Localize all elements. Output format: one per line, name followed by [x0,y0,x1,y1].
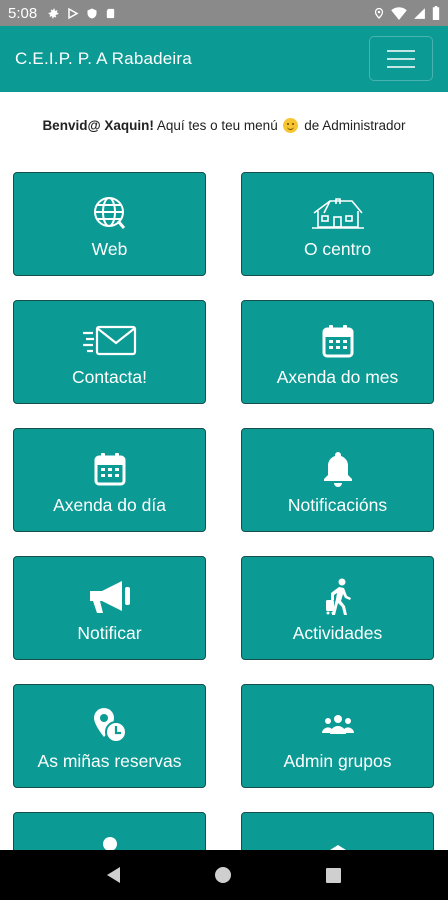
tile-label: Axenda do día [53,495,166,515]
tile-o-centro[interactable]: O centro [241,172,434,276]
tile-label: Web [91,239,128,259]
tile-as-minas-reservas[interactable]: As miñas reservas [13,684,206,788]
tile-notificar[interactable]: Notificar [13,556,206,660]
tile-actividades[interactable]: Actividades [241,556,434,660]
tile-label: Actividades [292,623,383,643]
tile-notificacions[interactable]: Notificacións [241,428,434,532]
tile-label: As miñas reservas [37,751,182,771]
location-clock-icon [92,707,128,748]
tile-axenda-do-mes[interactable]: Axenda do mes [241,300,434,404]
megaphone-icon [88,579,132,620]
back-icon[interactable] [107,867,121,883]
tile-label: O centro [303,239,372,259]
tile-label: Notificacións [287,495,388,515]
tile-web[interactable]: Web [13,172,206,276]
system-navigation-bar [0,850,448,900]
envelope-icon [81,324,139,363]
tile-label: Admin grupos [283,751,392,771]
calendar-icon [94,452,126,491]
bell-icon [322,451,354,492]
tile-label: Axenda do mes [276,367,399,387]
traveler-icon [322,578,354,621]
recent-apps-icon[interactable] [325,867,341,883]
menu-grid: Web O centro Contacta! Axenda do mes Axe… [0,0,448,900]
tile-admin-grupos[interactable]: Admin grupos [241,684,434,788]
tile-axenda-do-dia[interactable]: Axenda do día [13,428,206,532]
globe-icon [92,195,128,236]
tile-label: Notificar [77,623,142,643]
tile-contacta[interactable]: Contacta! [13,300,206,404]
home-circle-icon[interactable] [214,867,231,883]
school-building-icon [310,195,366,236]
tile-label: Contacta! [72,367,147,387]
users-group-icon [321,714,354,741]
calendar-icon [322,324,354,363]
